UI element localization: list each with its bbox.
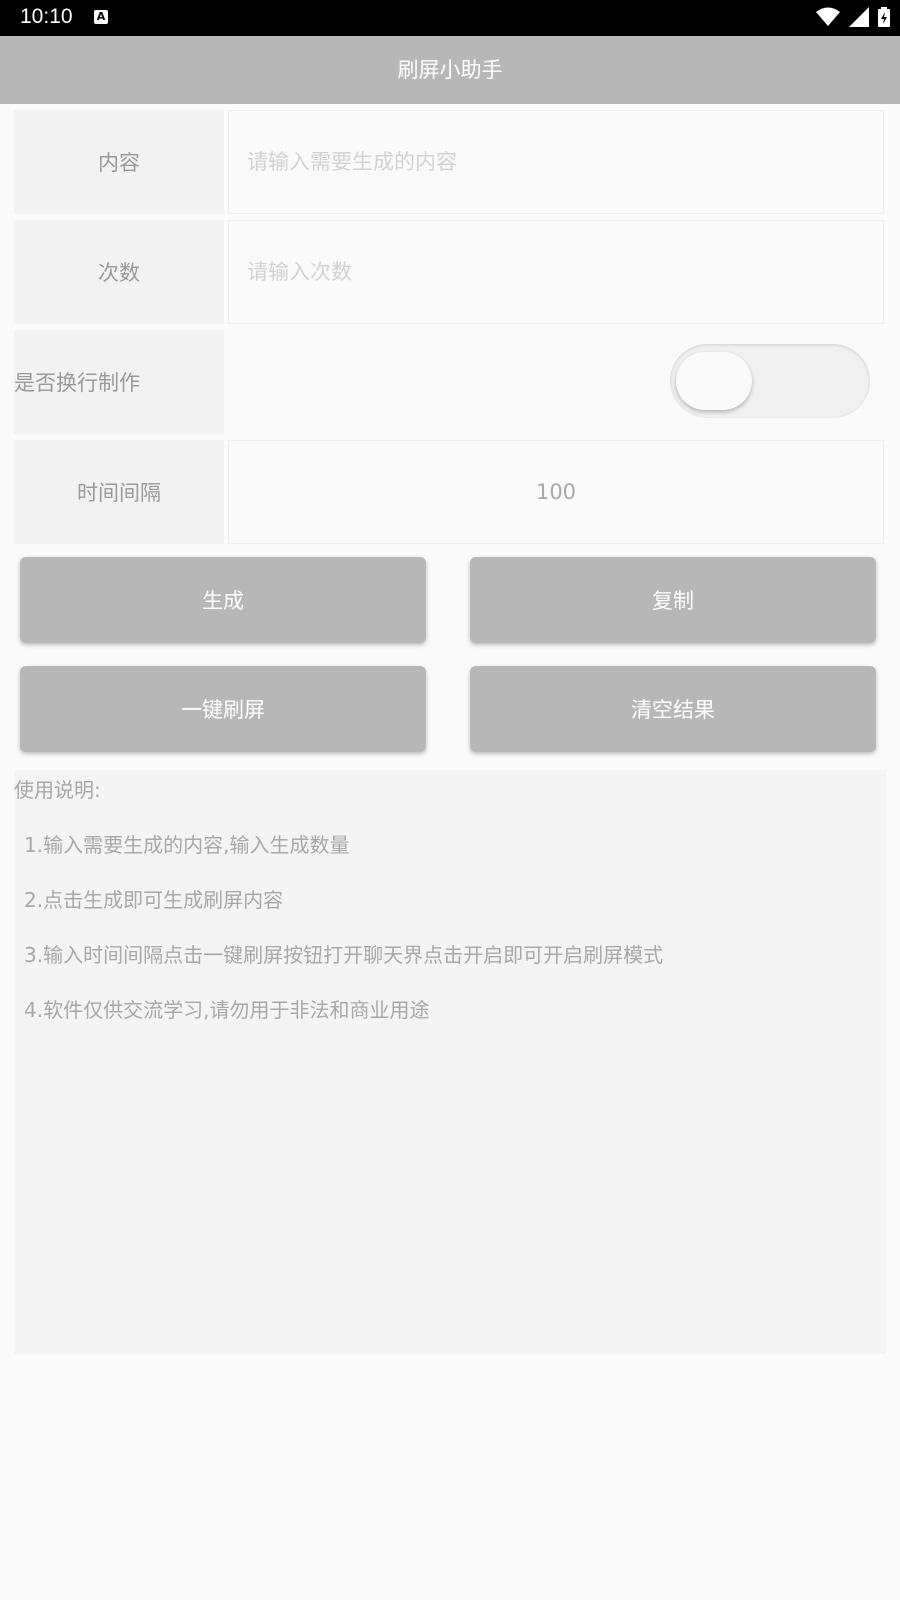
newline-label: 是否换行制作: [14, 330, 224, 434]
wifi-icon: [815, 7, 840, 26]
clear-result-button[interactable]: 清空结果: [470, 666, 876, 752]
interval-label: 时间间隔: [14, 440, 224, 544]
signal-icon: [848, 7, 869, 27]
app-title: 刷屏小助手: [397, 58, 503, 82]
count-label: 次数: [14, 220, 224, 324]
instructions-panel: 使用说明: 1.输入需要生成的内容,输入生成数量 2.点击生成即可生成刷屏内容 …: [14, 770, 886, 1354]
accessibility-icon: A: [94, 10, 108, 24]
instruction-item: 4.软件仅供交流学习,请勿用于非法和商业用途: [24, 998, 430, 1022]
count-input[interactable]: [229, 221, 883, 323]
status-bar: 10:10 A: [0, 0, 900, 36]
instruction-item: 3.输入时间间隔点击一键刷屏按钮打开聊天界点击开启即可开启刷屏模式: [24, 943, 664, 967]
count-field: [228, 220, 884, 324]
copy-button[interactable]: 复制: [470, 557, 876, 643]
battery-icon: [878, 7, 890, 27]
interval-field: [228, 440, 884, 544]
app-bar: 刷屏小助手: [0, 36, 900, 104]
instructions-heading: 使用说明:: [14, 778, 101, 802]
status-time: 10:10: [20, 5, 73, 28]
content-row: 内容: [14, 110, 884, 214]
interval-input[interactable]: [229, 441, 883, 543]
status-icons: [812, 7, 890, 29]
instruction-item: 2.点击生成即可生成刷屏内容: [24, 888, 284, 912]
generate-button[interactable]: 生成: [20, 557, 426, 643]
instruction-item: 1.输入需要生成的内容,输入生成数量: [24, 833, 350, 857]
content-input[interactable]: [229, 111, 883, 213]
interval-row: 时间间隔: [14, 440, 884, 544]
content-field: [228, 110, 884, 214]
one-click-spam-button[interactable]: 一键刷屏: [20, 666, 426, 752]
count-row: 次数: [14, 220, 884, 324]
newline-toggle-thumb[interactable]: [676, 352, 752, 410]
content-label: 内容: [14, 110, 224, 214]
